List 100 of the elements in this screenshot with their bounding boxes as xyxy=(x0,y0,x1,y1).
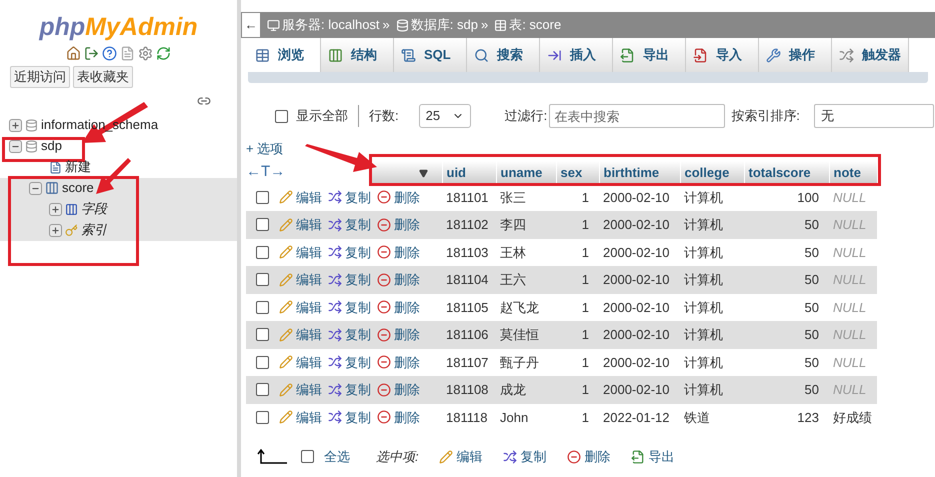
edit-link[interactable]: 编辑 xyxy=(296,215,322,234)
delete-link[interactable]: 删除 xyxy=(394,380,420,400)
copy-link[interactable]: 复制 xyxy=(345,242,371,262)
bulk-action-button[interactable]: 删除 xyxy=(566,447,611,466)
tab[interactable]: SQL xyxy=(394,38,467,72)
tab[interactable]: 导入 xyxy=(686,38,759,72)
tab-icon xyxy=(547,48,562,62)
copy-icon xyxy=(328,218,342,232)
collapse-icon[interactable] xyxy=(9,140,22,152)
home-icon[interactable] xyxy=(66,46,81,61)
delete-link[interactable]: 删除 xyxy=(394,242,420,262)
delete-link[interactable]: 删除 xyxy=(394,270,420,290)
rows-select[interactable]: 25 xyxy=(418,104,471,128)
edit-link[interactable]: 编辑 xyxy=(296,408,322,427)
expand-icon[interactable] xyxy=(9,118,22,132)
tab[interactable]: 结构 xyxy=(321,38,394,72)
tab[interactable]: 搜索 xyxy=(467,38,540,72)
tab[interactable]: 操作 xyxy=(759,38,832,72)
tab-icon xyxy=(328,48,343,62)
logout-icon[interactable] xyxy=(84,46,99,61)
column-header[interactable]: sex xyxy=(556,161,599,184)
sort-select[interactable]: 无 xyxy=(814,104,934,128)
tab[interactable]: 插入 xyxy=(540,38,613,72)
column-header[interactable]: uname xyxy=(496,161,556,184)
sidebar-button[interactable]: 表收藏夹 xyxy=(73,66,133,88)
settings-icon[interactable] xyxy=(138,46,153,61)
edit-link[interactable]: 编辑 xyxy=(296,188,322,207)
table-cell: 计算机 xyxy=(680,211,744,238)
column-header[interactable]: birthtime xyxy=(599,161,680,184)
copy-link[interactable]: 复制 xyxy=(345,408,371,427)
row-checkbox[interactable] xyxy=(256,356,269,369)
table-cell: 50 xyxy=(744,266,829,294)
bulk-action-button[interactable]: 复制 xyxy=(502,447,547,466)
column-header[interactable]: college xyxy=(680,161,744,184)
bulk-action-button[interactable]: 编辑 xyxy=(438,447,483,466)
edit-link[interactable]: 编辑 xyxy=(296,270,322,290)
options-link[interactable]: + 选项 xyxy=(246,141,284,156)
column-header[interactable]: totalscore xyxy=(744,161,829,184)
columns-icon xyxy=(65,202,78,216)
tree-item[interactable]: 字段 xyxy=(81,199,107,219)
back-button[interactable]: ← xyxy=(241,12,261,38)
tree-item[interactable]: 新建 xyxy=(65,157,91,177)
delete-link[interactable]: 删除 xyxy=(394,408,420,427)
tree-item[interactable]: 索引 xyxy=(81,220,107,240)
select-all-link[interactable]: 全选 xyxy=(324,447,350,466)
bulk-action-button[interactable]: 导出 xyxy=(630,447,675,466)
tab-icon xyxy=(401,48,416,62)
delete-link[interactable]: 删除 xyxy=(394,298,420,317)
row-checkbox[interactable] xyxy=(256,410,269,424)
expand-icon[interactable] xyxy=(49,224,62,236)
delete-link[interactable]: 删除 xyxy=(394,215,420,234)
column-resize-icon[interactable]: ←T→ xyxy=(246,163,286,180)
row-checkbox[interactable] xyxy=(256,190,269,204)
edit-link[interactable]: 编辑 xyxy=(296,380,322,400)
database-icon xyxy=(25,140,38,152)
row-checkbox[interactable] xyxy=(256,218,269,232)
sidebar-button[interactable]: 近期访问 xyxy=(10,66,70,88)
sort-icon[interactable] xyxy=(418,168,428,178)
row-checkbox[interactable] xyxy=(256,328,269,342)
breadcrumb-link[interactable]: 表: score xyxy=(509,15,562,35)
expand-icon[interactable] xyxy=(49,202,62,216)
edit-link[interactable]: 编辑 xyxy=(296,325,322,344)
tab-icon xyxy=(766,48,781,62)
copy-link[interactable]: 复制 xyxy=(345,352,371,372)
column-header[interactable]: uid xyxy=(442,161,496,184)
row-checkbox[interactable] xyxy=(256,246,269,259)
tab[interactable]: 导出 xyxy=(613,38,686,72)
tree-item[interactable]: score xyxy=(62,178,94,198)
filter-field[interactable]: 在表中搜索 xyxy=(549,104,726,128)
table-cell: 181101 xyxy=(442,184,496,211)
edit-link[interactable]: 编辑 xyxy=(296,298,322,317)
copy-link[interactable]: 复制 xyxy=(345,325,371,344)
edit-link[interactable]: 编辑 xyxy=(296,242,322,262)
help-icon[interactable] xyxy=(102,46,117,61)
edit-link[interactable]: 编辑 xyxy=(296,352,322,372)
row-checkbox[interactable] xyxy=(256,273,269,286)
copy-link[interactable]: 复制 xyxy=(345,188,371,207)
reload-icon[interactable] xyxy=(156,46,171,61)
select-all-checkbox[interactable] xyxy=(301,450,314,464)
tab[interactable]: 触发器 xyxy=(832,38,909,72)
copy-link[interactable]: 复制 xyxy=(345,380,371,400)
row-checkbox[interactable] xyxy=(256,383,269,396)
delete-link[interactable]: 删除 xyxy=(394,188,420,207)
collapse-icon[interactable] xyxy=(29,182,42,194)
delete-link[interactable]: 删除 xyxy=(394,352,420,372)
copy-link[interactable]: 复制 xyxy=(345,298,371,317)
export-icon xyxy=(630,450,645,464)
row-checkbox[interactable] xyxy=(256,300,269,314)
table-cell: 50 xyxy=(744,321,829,348)
breadcrumb-link[interactable]: 数据库: sdp xyxy=(410,15,478,35)
column-header[interactable]: note xyxy=(829,161,877,184)
copy-link[interactable]: 复制 xyxy=(345,215,371,234)
copy-link[interactable]: 复制 xyxy=(345,270,371,290)
delete-icon xyxy=(377,218,391,232)
checkbox[interactable] xyxy=(275,110,288,122)
delete-icon xyxy=(377,355,391,370)
tree-item[interactable]: sdp xyxy=(41,136,62,156)
delete-link[interactable]: 删除 xyxy=(394,325,420,344)
breadcrumb-link[interactable]: 服务器: localhost xyxy=(282,15,380,35)
table-cell: 成龙 xyxy=(496,376,556,404)
